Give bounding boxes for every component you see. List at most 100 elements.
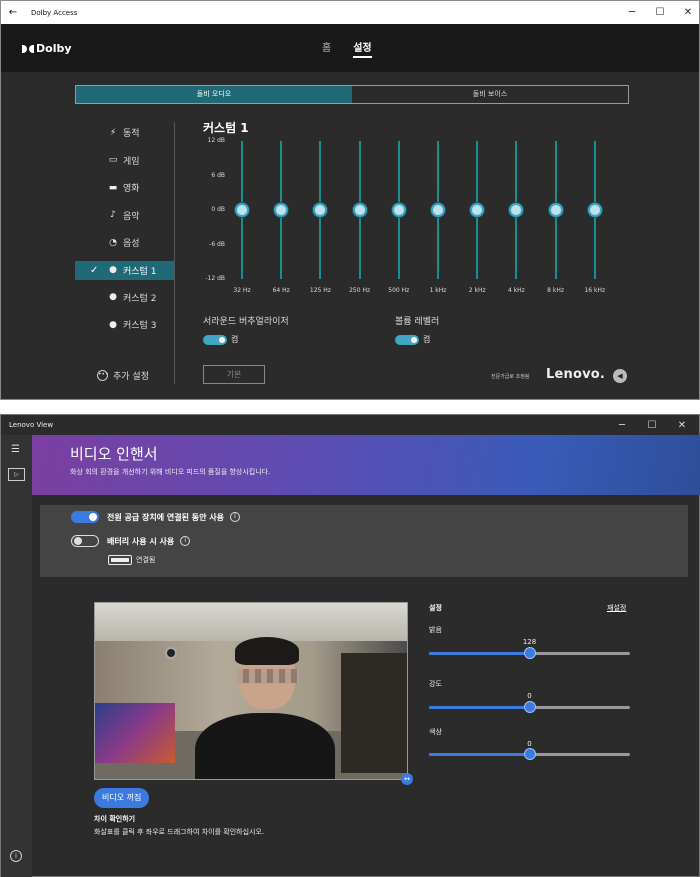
maximize-icon[interactable]: ☐ xyxy=(655,7,665,18)
eq-db-label: -12 dB xyxy=(205,275,225,282)
eq-band-knob[interactable] xyxy=(509,203,524,217)
camera-preview xyxy=(94,602,408,780)
power-status-label: 연결됨 xyxy=(136,556,156,564)
slider-fill xyxy=(429,652,530,655)
eq-band-knob[interactable] xyxy=(352,203,367,217)
window-title: Lenovo View xyxy=(9,421,54,429)
sidebar-item-7[interactable]: ● 커스텀 2 xyxy=(75,284,175,312)
close-icon[interactable]: ✕ xyxy=(677,420,687,431)
settings-title: 설정 xyxy=(429,604,442,612)
sidebar-item-6[interactable]: ✓ ● 커스텀 1 xyxy=(75,260,175,280)
power-status: 연결됨 xyxy=(108,555,155,565)
lv-titlebar: Lenovo View ─ ☐ ✕ xyxy=(1,415,699,435)
help-icon[interactable]: i xyxy=(180,536,191,546)
user-icon: ● xyxy=(109,319,117,330)
dolby-access-window: ← Dolby Access ─ ☐ ✕ Dolby 홈 설정 돌비 오디오 돌… xyxy=(0,0,700,400)
slider-label: 밝음 xyxy=(429,626,442,634)
eq-band-knob[interactable] xyxy=(470,203,485,217)
slider-thumb[interactable] xyxy=(523,701,536,713)
sidebar-item-label: 동적 xyxy=(123,129,140,140)
power-toggle-label: 전원 공급 장치에 연결된 동안 사용 xyxy=(107,512,224,522)
sidebar-item-3[interactable]: ▬ 영화 xyxy=(75,174,175,202)
audio-voice-tabs: 돌비 오디오 돌비 보이스 xyxy=(75,85,629,104)
nav-settings[interactable]: 설정 xyxy=(353,39,372,58)
maximize-icon[interactable]: ☐ xyxy=(647,420,657,431)
sidebar-item-8[interactable]: ● 커스텀 3 xyxy=(75,311,175,339)
eq-band-knob[interactable] xyxy=(391,203,406,217)
user-icon: ● xyxy=(109,265,117,275)
window-title: Dolby Access xyxy=(31,8,78,17)
slider-label: 강도 xyxy=(429,680,442,688)
sidebar-item-label: 음성 xyxy=(123,239,140,250)
person-body xyxy=(195,713,335,779)
battery-toggle[interactable] xyxy=(71,535,99,547)
info-icon[interactable]: i xyxy=(10,850,22,862)
person-hair xyxy=(235,637,299,665)
eq-band-label: 250 Hz xyxy=(349,287,371,294)
minimize-icon[interactable]: ─ xyxy=(627,7,637,18)
eq-band-label: 125 Hz xyxy=(309,287,331,294)
volume-leveler-toggle[interactable] xyxy=(395,335,419,345)
eq-band-knob[interactable] xyxy=(587,203,602,217)
video-icon[interactable]: ▷ xyxy=(8,468,25,481)
sidebar-item-5[interactable]: ◔ 음성 xyxy=(75,229,175,257)
profile-list: ⚡ 동적 ▭ 게임 ▬ 영화 ♪ 음악 ◔ 음성 ✓ ● 커스텀 1 ● 커스텀 2 ● 커스텀 3 xyxy=(75,119,175,339)
sidebar-item-1[interactable]: ⚡ 동적 xyxy=(75,119,175,147)
privacy-blur xyxy=(237,669,299,683)
power-toggle-row: 전원 공급 장치에 연결된 동안 사용 i xyxy=(71,511,240,523)
top-nav: 홈 설정 xyxy=(322,39,372,58)
preview-ceiling xyxy=(95,603,407,641)
back-arrow-icon[interactable]: ← xyxy=(1,7,25,18)
eq-band-label: 1 kHz xyxy=(429,287,447,294)
preview-shelf xyxy=(341,653,407,773)
dolby-double-d-icon xyxy=(22,44,34,53)
divider xyxy=(174,122,175,384)
gamepad-icon: ▭ xyxy=(108,155,118,166)
bolt-icon: ⚡ xyxy=(109,127,117,138)
tab-dolby-audio[interactable]: 돌비 오디오 xyxy=(76,86,352,103)
speaker-icon[interactable]: ◀ xyxy=(613,369,627,383)
slider-label: 색상 xyxy=(429,728,442,736)
more-settings[interactable]: ••• 추가 설정 xyxy=(97,369,149,382)
eq-band-knob[interactable] xyxy=(548,203,563,217)
sidebar-item-4[interactable]: ♪ 음악 xyxy=(75,202,175,230)
slider-fill xyxy=(429,753,530,756)
volume-leveler-label: 볼륨 레벨러 xyxy=(395,317,440,327)
reset-default-button[interactable]: 기본 xyxy=(203,365,265,384)
surround-virtualizer-label: 서라운드 버추얼라이저 xyxy=(203,317,289,327)
tab-dolby-voice[interactable]: 돌비 보이스 xyxy=(352,86,628,103)
dolby-titlebar: ← Dolby Access ─ ☐ ✕ xyxy=(1,1,699,24)
eq-band-knob[interactable] xyxy=(274,203,289,217)
tuned-by-text: 전문가급로 조정됨 xyxy=(491,374,530,380)
reset-link[interactable]: 재설정 xyxy=(607,603,626,613)
power-toggle[interactable] xyxy=(71,511,99,523)
battery-toggle-label: 배터리 사용 시 사용 xyxy=(107,536,175,546)
slider-thumb[interactable] xyxy=(523,748,536,760)
close-icon[interactable]: ✕ xyxy=(683,7,693,18)
preview-monitor xyxy=(95,703,175,763)
lenovo-logo: Lenovo. xyxy=(546,367,606,382)
sidebar-item-label: 영화 xyxy=(123,184,140,195)
video-off-button[interactable]: 비디오 꺼짐 xyxy=(94,788,150,808)
sidebar-item-label: 커스텀 2 xyxy=(123,293,157,304)
eq-band-knob[interactable] xyxy=(313,203,328,217)
more-settings-label: 추가 설정 xyxy=(113,372,149,382)
surround-virtualizer-toggle[interactable] xyxy=(203,335,227,345)
eq-band-label: 64 Hz xyxy=(272,287,290,294)
slider-value: 0 xyxy=(527,692,532,700)
slider-track[interactable] xyxy=(429,748,630,760)
slider-thumb[interactable] xyxy=(523,647,536,659)
page-subtitle: 화상 회의 환경을 개선하기 위해 비디오 피드의 품질을 향상시킵니다. xyxy=(70,468,271,476)
hamburger-menu-icon[interactable]: ☰ xyxy=(11,444,20,455)
eq-db-label: -6 dB xyxy=(209,240,225,248)
eq-db-label: 0 dB xyxy=(211,206,225,213)
sidebar-item-2[interactable]: ▭ 게임 xyxy=(75,147,175,175)
slider-track[interactable] xyxy=(429,701,630,713)
minimize-icon[interactable]: ─ xyxy=(617,420,627,431)
eq-band-knob[interactable] xyxy=(235,203,249,217)
eq-band-knob[interactable] xyxy=(431,203,445,217)
nav-home[interactable]: 홈 xyxy=(322,39,331,58)
compare-drag-handle-icon[interactable]: ↔ xyxy=(401,773,413,785)
help-icon[interactable]: i xyxy=(229,512,240,522)
slider-track[interactable] xyxy=(429,647,630,659)
